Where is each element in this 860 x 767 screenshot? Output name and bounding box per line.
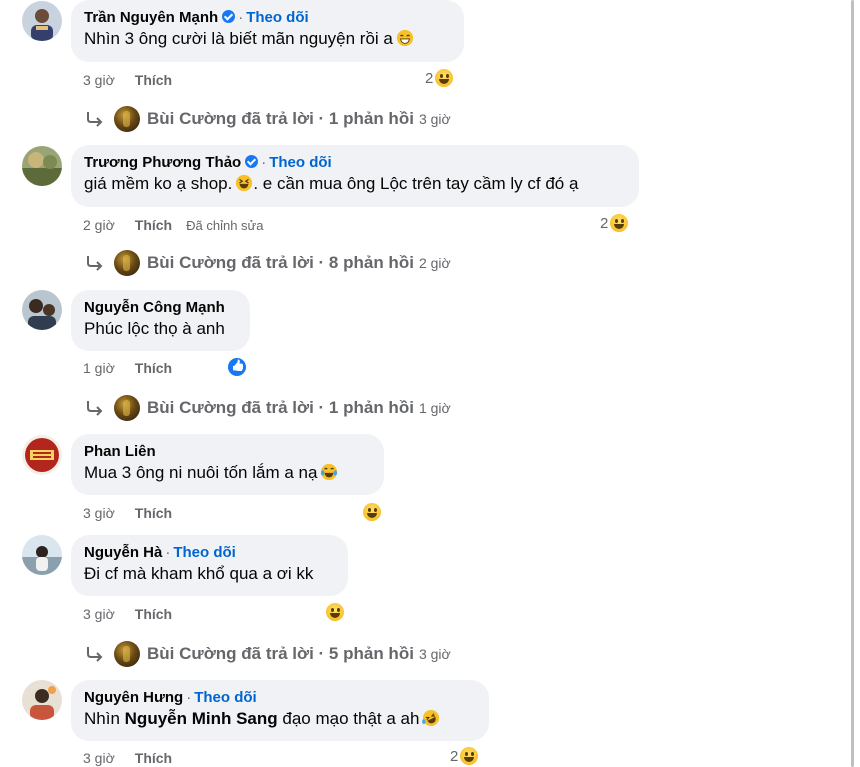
like-button[interactable]: Thích — [135, 750, 172, 766]
like-reaction-icon — [227, 357, 247, 377]
reply-arrow-icon — [87, 647, 103, 662]
reaction-count: 2 — [425, 69, 434, 87]
haha-reaction-icon — [459, 746, 480, 766]
haha-reaction-icon — [362, 502, 382, 522]
comment-bubble: Trần Nguyên Mạnh · Theo dõi Nhìn 3 ông cườ… — [71, 0, 464, 62]
laughing-emoji-icon — [236, 174, 253, 192]
comment-author[interactable]: Nguyễn Hà — [84, 544, 162, 561]
avatar[interactable] — [22, 680, 62, 720]
replies-link[interactable]: Bùi Cường đã trả lời · 1 phản hồi 3 giờ — [86, 106, 451, 132]
reaction-summary[interactable]: 2 — [600, 213, 630, 233]
reply-arrow-icon — [87, 256, 103, 271]
avatar[interactable] — [22, 535, 62, 575]
mention-link[interactable]: Nguyễn Minh Sang — [125, 709, 278, 728]
scrollbar[interactable] — [851, 0, 854, 767]
like-button[interactable]: Thích — [135, 606, 172, 622]
avatar — [114, 395, 140, 421]
comment-author[interactable]: Trần Nguyên Mạnh — [84, 9, 218, 26]
reaction-summary[interactable] — [362, 502, 382, 522]
avatar — [114, 106, 140, 132]
comment-author[interactable]: Phan Liên — [84, 443, 156, 460]
comment-bubble: Nguyễn Công Mạnh Phúc lộc thọ à anh — [71, 290, 250, 351]
comment-text: Mua 3 ông ni nuôi tốn lắm a nạ — [84, 462, 372, 484]
replies-link[interactable]: Bùi Cường đã trả lời · 1 phản hồi 1 giờ — [86, 395, 451, 421]
comment-actions: 1 giờ Thích — [83, 360, 172, 376]
comment-time[interactable]: 1 giờ — [83, 360, 115, 376]
reply-arrow-icon — [87, 112, 103, 127]
comment-actions: 3 giờ Thích — [83, 505, 172, 521]
haha-reaction-icon — [609, 213, 630, 233]
follow-button[interactable]: Theo dõi — [269, 154, 332, 171]
replies-link[interactable]: Bùi Cường đã trả lời · 5 phản hồi 3 giờ — [86, 641, 451, 667]
comment-author[interactable]: Nguyễn Công Mạnh — [84, 299, 225, 316]
reaction-summary[interactable]: 2 — [450, 746, 480, 766]
comment-actions: 3 giờ Thích — [83, 750, 172, 766]
avatar[interactable] — [22, 146, 62, 186]
comment-actions: 3 giờ Thích — [83, 606, 172, 622]
like-button[interactable]: Thích — [135, 72, 172, 88]
comment-text: Nhìn 3 ông cười là biết mãn nguyện rồi a — [84, 28, 452, 50]
reaction-summary[interactable] — [325, 602, 345, 622]
avatar — [114, 250, 140, 276]
tears-of-joy-emoji-icon — [321, 463, 338, 481]
comment-time[interactable]: 3 giờ — [83, 505, 115, 521]
comment-actions: 3 giờ Thích — [83, 72, 172, 88]
comment-text: Đi cf mà kham khổ qua a ơi kk — [84, 564, 314, 583]
like-button[interactable]: Thích — [135, 360, 172, 376]
comment-actions: 2 giờ Thích Đã chỉnh sửa — [83, 217, 263, 233]
comment-text: giá mềm ko ạ shop.. e cần mua ông Lộc tr… — [84, 174, 579, 193]
comment-author[interactable]: Trương Phương Thảo — [84, 154, 241, 171]
comment-time[interactable]: 3 giờ — [83, 750, 115, 766]
replies-link[interactable]: Bùi Cường đã trả lời · 8 phản hồi 2 giờ — [86, 250, 451, 276]
reply-arrow-icon — [87, 401, 103, 416]
comment-author[interactable]: Nguyên Hưng — [84, 689, 183, 706]
avatar[interactable] — [22, 435, 62, 475]
comment-bubble: Nguyễn Hà · Theo dõi Đi cf mà kham khổ qua… — [71, 535, 348, 596]
avatar[interactable] — [22, 1, 62, 41]
avatar — [114, 641, 140, 667]
avatar[interactable] — [22, 290, 62, 330]
comment-time[interactable]: 3 giờ — [83, 72, 115, 88]
reaction-count: 2 — [450, 747, 459, 765]
comment-bubble: Trương Phương Thảo · Theo dõi giá mềm ko ạ… — [71, 145, 639, 207]
comment-bubble: Nguyên Hưng · Theo dõi Nhìn Nguyễn Minh Sa… — [71, 680, 489, 741]
edited-label: Đã chỉnh sửa — [186, 218, 264, 233]
haha-reaction-icon — [434, 68, 455, 88]
follow-button[interactable]: Theo dõi — [246, 9, 309, 26]
comment-text: Phúc lộc thọ à anh — [84, 319, 225, 338]
follow-button[interactable]: Theo dõi — [194, 689, 257, 706]
like-button[interactable]: Thích — [135, 505, 172, 521]
haha-reaction-icon — [325, 602, 345, 622]
comment-time[interactable]: 3 giờ — [83, 606, 115, 622]
reaction-count: 2 — [600, 214, 609, 232]
comment-bubble: Phan Liên Mua 3 ông ni nuôi tốn lắm a nạ — [71, 434, 384, 495]
reaction-summary[interactable]: 2 — [425, 68, 455, 88]
grin-emoji-icon — [396, 29, 413, 47]
rofl-emoji-icon — [422, 709, 440, 727]
comment-text: Nhìn Nguyễn Minh Sang đạo mạo thật a ah — [84, 708, 477, 730]
reaction-summary[interactable] — [227, 357, 247, 377]
verified-badge-icon — [245, 155, 259, 168]
verified-badge-icon — [222, 10, 236, 23]
comment-time[interactable]: 2 giờ — [83, 217, 115, 233]
like-button[interactable]: Thích — [135, 217, 172, 233]
follow-button[interactable]: Theo dõi — [173, 544, 236, 561]
